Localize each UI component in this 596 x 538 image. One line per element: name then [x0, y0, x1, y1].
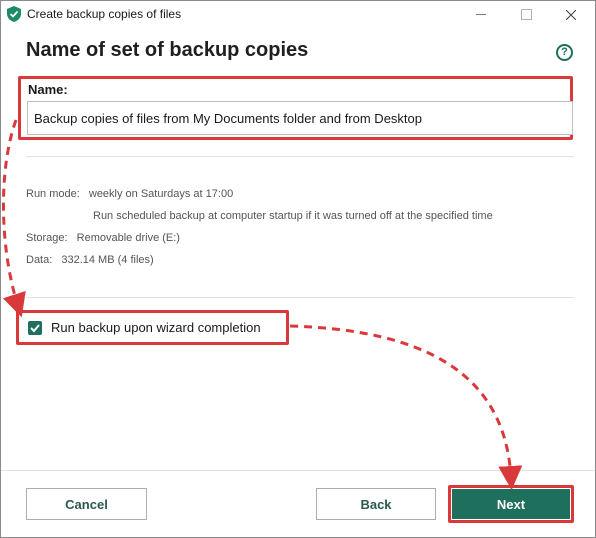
wizard-window: Create backup copies of files Name of se… [0, 0, 596, 538]
name-label: Name: [28, 82, 68, 97]
run-backup-checkbox[interactable] [28, 321, 42, 335]
minimize-button[interactable] [459, 1, 503, 28]
data-value: 332.14 MB (4 files) [61, 254, 154, 266]
data-row: Data: 332.14 MB (4 files) [26, 254, 154, 266]
window-title: Create backup copies of files [27, 7, 182, 21]
maximize-button[interactable] [504, 1, 548, 28]
storage-label: Storage: [26, 232, 68, 244]
backup-name-input[interactable] [27, 101, 573, 135]
next-button[interactable]: Next [452, 489, 570, 519]
footer-divider [1, 470, 595, 471]
cancel-button[interactable]: Cancel [26, 488, 147, 520]
close-button[interactable] [549, 1, 593, 28]
back-button[interactable]: Back [316, 488, 436, 520]
run-mode-row: Run mode: weekly on Saturdays at 17:00 [26, 188, 233, 200]
data-label: Data: [26, 254, 53, 266]
run-mode-label: Run mode: [26, 188, 80, 200]
help-icon[interactable]: ? [556, 44, 573, 61]
shield-app-icon [7, 6, 21, 22]
minimize-icon [476, 14, 486, 15]
run-mode-value: weekly on Saturdays at 17:00 [88, 188, 234, 200]
run-backup-checkbox-label[interactable]: Run backup upon wizard completion [51, 320, 261, 335]
page-title: Name of set of backup copies [26, 39, 309, 61]
maximize-icon [520, 9, 532, 20]
divider [26, 156, 574, 157]
run-mode-note: Run scheduled backup at computer startup… [93, 210, 493, 222]
divider [26, 297, 574, 298]
storage-row: Storage: Removable drive (E:) [26, 232, 180, 244]
title-bar: Create backup copies of files [1, 1, 595, 28]
storage-value: Removable drive (E:) [76, 232, 180, 244]
close-icon [566, 9, 576, 20]
checkmark-icon [30, 324, 40, 333]
